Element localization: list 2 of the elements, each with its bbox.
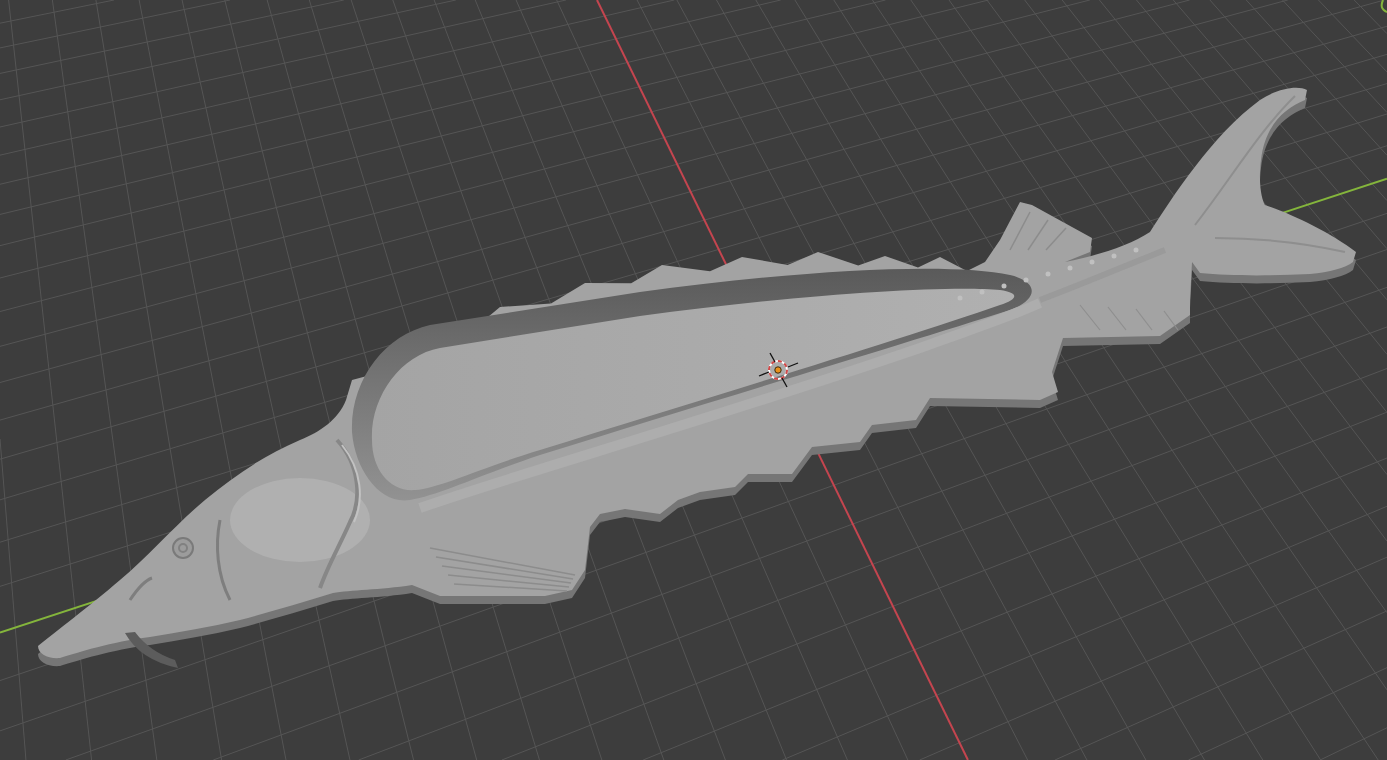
crosshair-icon — [758, 352, 799, 388]
ring-icon — [1380, 0, 1387, 13]
